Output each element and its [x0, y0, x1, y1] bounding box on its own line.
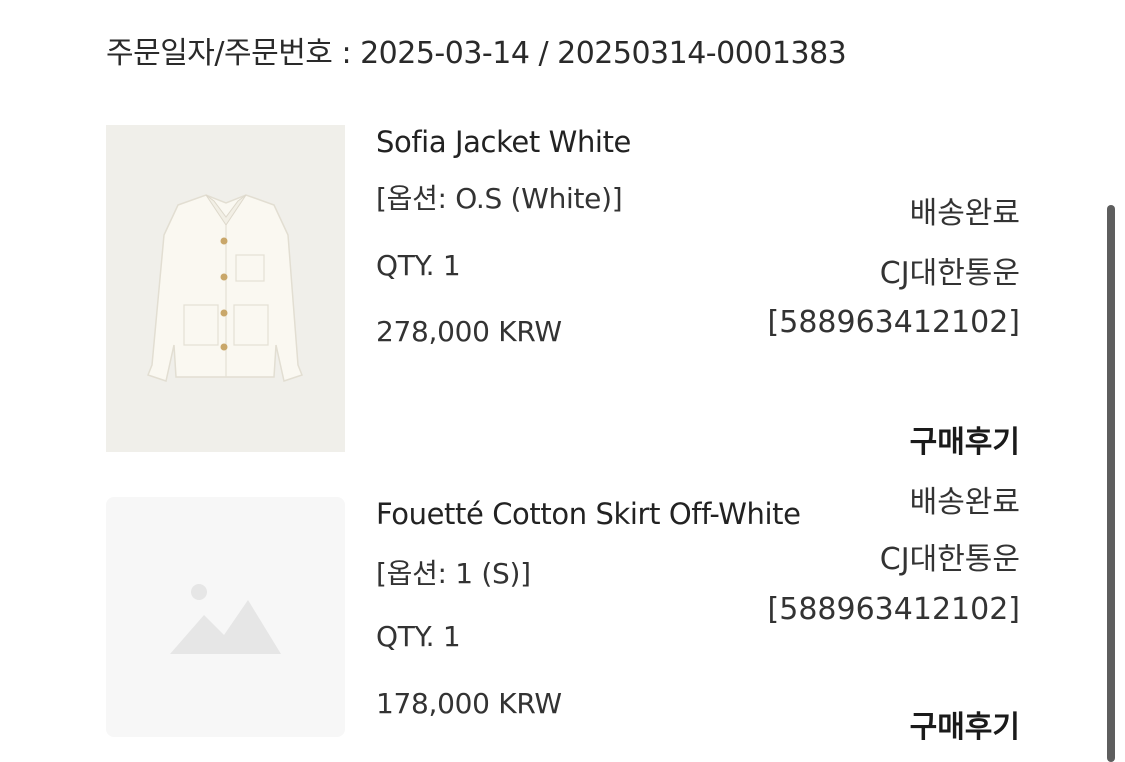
courier-name: CJ대한통운: [879, 256, 1020, 291]
order-item: Sofia Jacket White [옵션: O.S (White)] QTY…: [106, 125, 1020, 460]
image-placeholder-icon: [170, 584, 281, 654]
order-detail-page: 주문일자/주문번호 : 2025-03-14 / 20250314-000138…: [0, 0, 1125, 762]
delivery-status: 배송완료: [909, 485, 1020, 520]
tracking-number[interactable]: [588963412102]: [768, 305, 1020, 340]
product-option: [옵션: 1 (S)]: [376, 557, 531, 590]
jacket-product-photo: [147, 194, 303, 382]
product-name[interactable]: Sofia Jacket White: [376, 125, 631, 159]
product-option: [옵션: O.S (White)]: [376, 182, 623, 215]
order-item: Fouetté Cotton Skirt Off-White [옵션: 1 (S…: [106, 485, 1020, 745]
write-review-button[interactable]: 구매후기: [910, 702, 1020, 746]
product-price: 278,000 KRW: [376, 315, 562, 348]
product-quantity: QTY. 1: [376, 249, 461, 282]
scrollbar[interactable]: [1107, 205, 1115, 762]
product-quantity: QTY. 1: [376, 620, 461, 653]
product-thumbnail[interactable]: [106, 125, 345, 452]
tracking-number[interactable]: [588963412102]: [768, 592, 1020, 627]
write-review-button[interactable]: 구매후기: [910, 417, 1020, 461]
delivery-status: 배송완료: [909, 196, 1020, 231]
product-price: 178,000 KRW: [376, 687, 562, 720]
product-thumbnail[interactable]: [106, 497, 345, 737]
product-name[interactable]: Fouetté Cotton Skirt Off-White: [376, 497, 801, 531]
order-date-number: 주문일자/주문번호 : 2025-03-14 / 20250314-000138…: [106, 36, 847, 71]
courier-name: CJ대한통운: [879, 542, 1020, 577]
